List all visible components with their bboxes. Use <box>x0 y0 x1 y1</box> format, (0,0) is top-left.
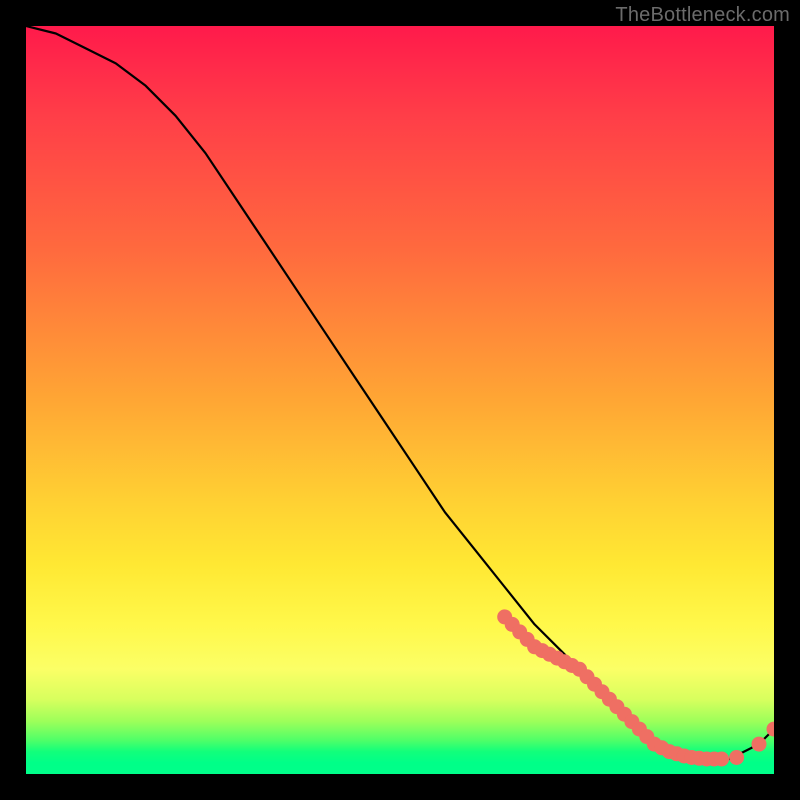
watermark-label: TheBottleneck.com <box>615 4 790 27</box>
chart-overlay-svg <box>26 26 774 774</box>
curve-line <box>26 26 774 759</box>
marker-dot <box>729 750 744 765</box>
chart-stage: TheBottleneck.com <box>0 0 800 800</box>
marker-dot <box>714 752 729 767</box>
marker-dots <box>497 609 774 766</box>
marker-dot <box>752 737 767 752</box>
